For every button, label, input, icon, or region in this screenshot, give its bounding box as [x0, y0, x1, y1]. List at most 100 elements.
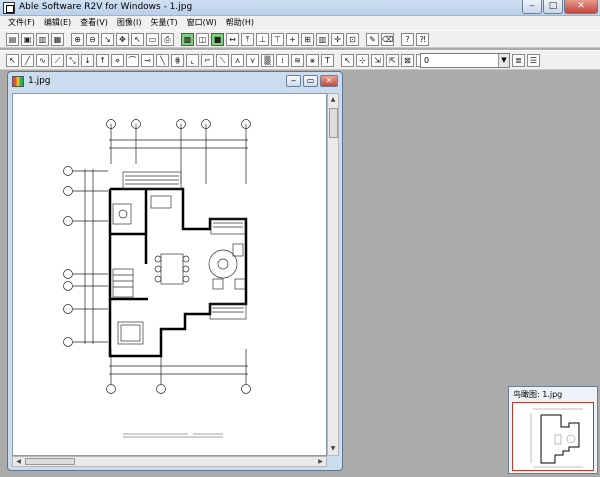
vertex-icon[interactable]: ⋄ — [111, 53, 124, 67]
hatch-icon[interactable]: ▒ — [261, 53, 274, 67]
document-window: 1.jpg ‒ ▭ ✕ ▲ ▼ ◀ ▶ — [7, 71, 343, 471]
image-file-icon — [12, 76, 24, 87]
draw-poly-icon[interactable]: ⟋ — [51, 53, 64, 67]
doc-restore-button[interactable]: ▭ — [303, 75, 318, 87]
node-icon[interactable]: ↔ — [226, 32, 239, 46]
zigzag-icon[interactable]: ≋ — [291, 53, 304, 67]
select-vector-icon[interactable]: ↖ — [341, 53, 354, 67]
horizontal-scrollbar[interactable]: ◀ ▶ — [12, 456, 327, 467]
slope-icon[interactable]: ⟍ — [216, 53, 229, 67]
menu-edit[interactable]: 编辑(E) — [44, 16, 71, 30]
scroll-right-icon[interactable]: ▶ — [315, 457, 326, 466]
vertical-scroll-thumb[interactable] — [329, 108, 338, 138]
rotate-icon[interactable]: ✛ — [331, 32, 344, 46]
floor-plan-drawing — [63, 119, 251, 438]
overlay-view-icon[interactable]: ■ — [211, 32, 224, 46]
open-folder-icon[interactable]: ▥ — [36, 32, 49, 46]
point-move2-icon[interactable]: ⇱ — [386, 53, 399, 67]
zoom-out-icon[interactable]: ⊖ — [86, 32, 99, 46]
window-title: Able Software R2V for Windows - 1.jpg — [19, 2, 193, 12]
layer-props-icon[interactable]: ≣ — [512, 54, 525, 67]
open-icon[interactable]: ▤ — [6, 32, 19, 46]
scroll-down-icon[interactable]: ▼ — [328, 443, 338, 455]
step-icon[interactable]: ⌐ — [201, 53, 214, 67]
layer-list-icon[interactable]: ☰ — [527, 54, 540, 67]
point-delete-icon[interactable]: ⊠ — [401, 53, 414, 67]
document-controls: ‒ ▭ ✕ — [286, 75, 338, 87]
segment-icon[interactable]: ⊸ — [141, 53, 154, 67]
save-icon[interactable]: ▣ — [21, 32, 34, 46]
cross-icon[interactable]: + — [286, 32, 299, 46]
join-icon[interactable]: ⊤ — [271, 32, 284, 46]
chevron-down-icon[interactable]: ▼ — [498, 54, 509, 67]
split-icon[interactable]: ⊥ — [256, 32, 269, 46]
fork-icon[interactable]: ⋏ — [231, 53, 244, 67]
pointer-icon[interactable]: ↖ — [6, 53, 19, 67]
zoom-in-icon[interactable]: ⊕ — [71, 32, 84, 46]
app-icon — [3, 2, 15, 14]
corner-icon[interactable]: ⌞ — [186, 53, 199, 67]
table-icon[interactable]: ▥ — [316, 32, 329, 46]
drawing-caption — [123, 433, 223, 438]
document-title: 1.jpg — [28, 76, 51, 86]
birdseye-thumbnail — [530, 408, 583, 468]
move-icon[interactable]: ✥ — [116, 32, 129, 46]
dots-icon[interactable]: ⁞ — [276, 53, 289, 67]
birdseye-canvas[interactable] — [512, 402, 594, 471]
point-move-icon[interactable]: ⇲ — [371, 53, 384, 67]
vector-view-icon[interactable]: ◫ — [196, 32, 209, 46]
image-view-icon[interactable]: ▩ — [181, 32, 194, 46]
trace-icon[interactable]: ⤡ — [66, 53, 79, 67]
help-icon[interactable]: ? — [401, 32, 414, 46]
grid-line-left — [63, 166, 108, 347]
menu-view[interactable]: 查看(V) — [80, 16, 108, 30]
layer-select[interactable]: 0 ▼ — [420, 53, 510, 68]
arrow-down-icon[interactable]: ↓ — [81, 53, 94, 67]
edit-line-icon[interactable]: ↘ — [101, 32, 114, 46]
layer-icon[interactable]: ▭ — [146, 32, 159, 46]
grid-lines-icon[interactable]: ⋕ — [171, 53, 184, 67]
bend-icon[interactable]: ⌒ — [126, 53, 139, 67]
menu-window[interactable]: 窗口(W) — [187, 16, 217, 30]
vertical-scrollbar[interactable]: ▲ ▼ — [327, 93, 339, 456]
draw-curve-icon[interactable]: ∿ — [36, 53, 49, 67]
pen-icon[interactable]: ✎ — [366, 32, 379, 46]
select-arrow-icon[interactable]: ↖ — [131, 32, 144, 46]
add-node-icon[interactable]: ⤒ — [241, 32, 254, 46]
close-button[interactable]: ✕ — [564, 0, 598, 14]
text-icon[interactable]: T — [321, 53, 334, 67]
menu-vector[interactable]: 矢量(T) — [150, 16, 177, 30]
weave-icon[interactable]: ⨳ — [306, 53, 319, 67]
walls — [108, 187, 248, 358]
edit-toolbar: ↖ ╱ ∿ ⟋ ⤡ ↓ ↑ ⋄ ⌒ ⊸ ╲ ⋕ ⌞ ⌐ ⟍ ⋏ ⋎ ▒ ⁞ ≋ … — [0, 50, 600, 70]
draw-line-icon[interactable]: ╱ — [21, 53, 34, 67]
scroll-left-icon[interactable]: ◀ — [13, 457, 24, 466]
main-toolbar: ▤ ▣ ▥ ▦ ⊕ ⊖ ↘ ✥ ↖ ▭ ⎙ ▩ ◫ ■ ↔ ⤒ ⊥ ⊤ + ⊞ … — [0, 30, 600, 48]
merge-icon[interactable]: ⋎ — [246, 53, 259, 67]
erase-icon[interactable]: ⌫ — [381, 32, 394, 46]
horizontal-scroll-thumb[interactable] — [25, 458, 75, 465]
minimize-button[interactable]: ‒ — [522, 0, 542, 14]
print-icon[interactable]: ⎙ — [161, 32, 174, 46]
arrow-up-icon[interactable]: ↑ — [96, 53, 109, 67]
menu-image[interactable]: 图像(I) — [117, 16, 142, 30]
image-canvas[interactable] — [12, 93, 327, 456]
doc-close-button[interactable]: ✕ — [320, 75, 338, 87]
window-controls: ‒ □ ✕ — [522, 0, 598, 14]
doc-minimize-button[interactable]: ‒ — [286, 75, 301, 87]
save-as-icon[interactable]: ▦ — [51, 32, 64, 46]
menu-file[interactable]: 文件(F) — [8, 16, 35, 30]
birdseye-title: 鸟瞰图: 1.jpg — [513, 390, 563, 399]
title-bar: Able Software R2V for Windows - 1.jpg ‒ … — [0, 0, 600, 16]
layer-select-value: 0 — [424, 56, 430, 65]
maximize-button[interactable]: □ — [543, 0, 563, 14]
birdseye-panel: 鸟瞰图: 1.jpg — [508, 386, 598, 474]
menu-help[interactable]: 帮助(H) — [226, 16, 254, 30]
point-add-icon[interactable]: ⊹ — [356, 53, 369, 67]
grid-icon[interactable]: ⊞ — [301, 32, 314, 46]
grid-line-top — [106, 119, 251, 184]
scroll-up-icon[interactable]: ▲ — [328, 94, 338, 106]
context-help-icon[interactable]: ⁈ — [416, 32, 429, 46]
snap-icon[interactable]: ⊡ — [346, 32, 359, 46]
diagonal-icon[interactable]: ╲ — [156, 53, 169, 67]
